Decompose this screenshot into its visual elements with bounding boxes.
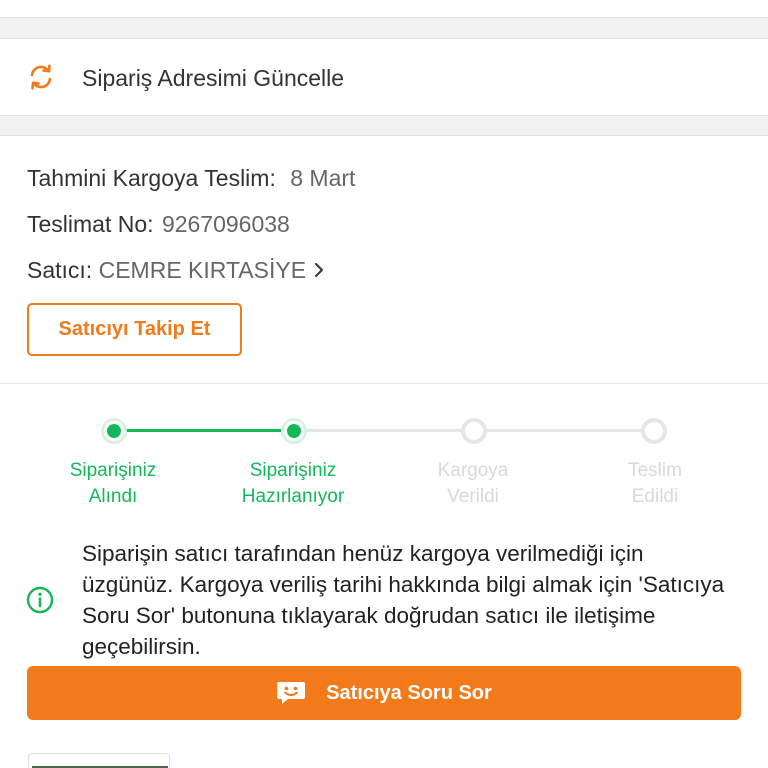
step-3-dot <box>461 418 487 444</box>
order-detail-card: Tahmini Kargoya Teslim: 8 Mart Teslimat … <box>0 135 768 768</box>
step-1-dot <box>101 418 127 444</box>
delivery-number-row: Teslimat No: 9267096038 <box>27 209 290 239</box>
progress-line-complete <box>114 429 294 432</box>
estimated-delivery-label: Tahmini Kargoya Teslim: <box>27 165 276 191</box>
step-1-label: Siparişiniz Alındı <box>69 460 157 507</box>
estimated-delivery-row: Tahmini Kargoya Teslim: 8 Mart <box>27 163 355 193</box>
update-address-row[interactable]: Sipariş Adresimi Güncelle <box>0 38 768 116</box>
update-address-label: Sipariş Adresimi Güncelle <box>82 65 345 91</box>
seller-label: Satıcı: <box>27 257 93 283</box>
chevron-right-icon <box>314 255 324 285</box>
shipping-delay-notice: Siparişin satıcı tarafından henüz kargoy… <box>82 541 725 659</box>
refresh-icon <box>26 62 56 92</box>
seller-name-link[interactable]: CEMRE KIRTASİYE <box>99 257 306 283</box>
previous-card <box>0 0 768 18</box>
product-thumbnail[interactable] <box>28 753 170 768</box>
section-divider <box>0 383 768 384</box>
info-icon <box>26 586 54 614</box>
delivery-number-value: 9267096038 <box>161 211 290 237</box>
order-progress-tracker: Siparişiniz Alındı Siparişiniz Hazırlanı… <box>0 406 768 516</box>
ask-seller-button[interactable]: Satıcıya Soru Sor <box>27 666 741 720</box>
step-4-label: Teslim Edildi <box>628 460 682 507</box>
chat-smile-icon <box>276 680 326 706</box>
delivery-number-label: Teslimat No: <box>27 211 154 237</box>
estimated-delivery-value: 8 Mart <box>290 165 356 191</box>
step-2-dot <box>281 418 307 444</box>
step-2-label: Siparişiniz Hazırlanıyor <box>241 460 345 507</box>
follow-seller-button[interactable]: Satıcıyı Takip Et <box>27 303 242 356</box>
step-3-label: Kargoya Verildi <box>437 460 509 507</box>
step-4-dot <box>641 418 667 444</box>
seller-row[interactable]: Satıcı: CEMRE KIRTASİYE <box>27 255 324 285</box>
ask-seller-label: Satıcıya Soru Sor <box>326 681 492 704</box>
